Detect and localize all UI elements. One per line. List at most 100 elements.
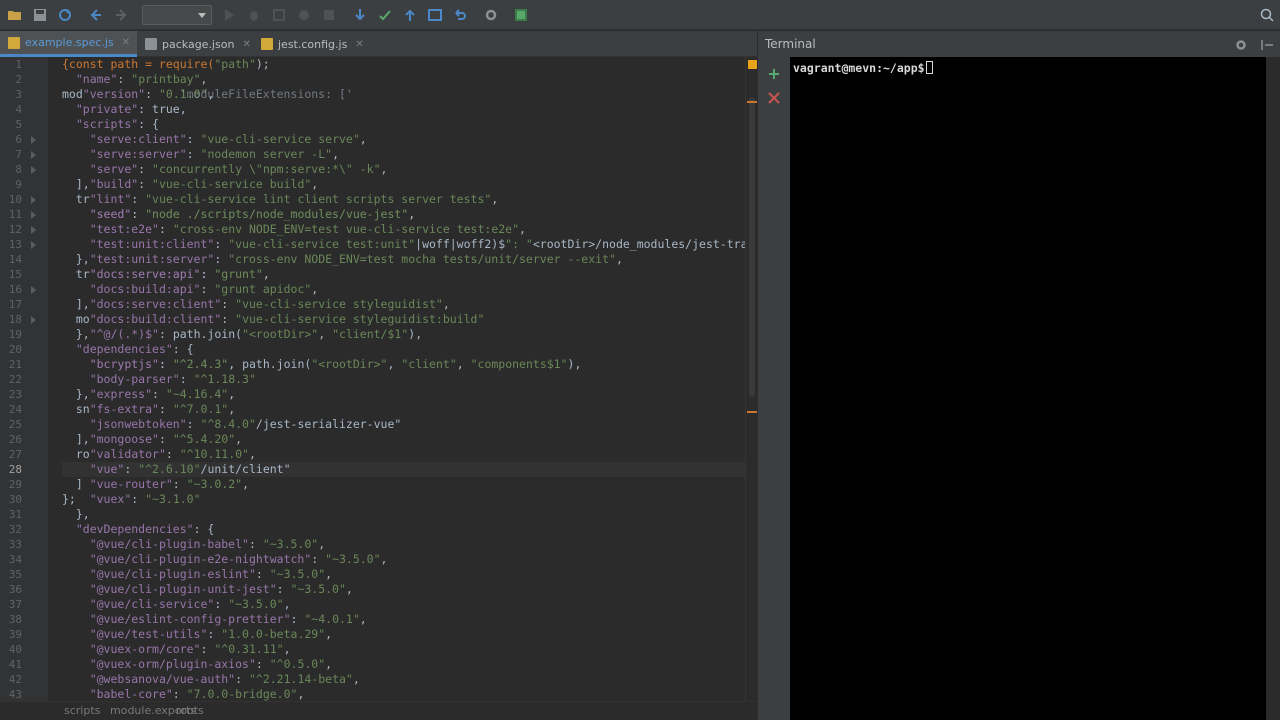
fold-arrow-icon[interactable] <box>31 151 36 159</box>
scrollbar-marker[interactable] <box>747 101 757 103</box>
gear-icon[interactable] <box>1232 36 1250 54</box>
run-icon[interactable] <box>220 6 238 24</box>
code-line[interactable]: ] "vue-router": "~3.0.2", <box>62 477 249 492</box>
close-icon[interactable]: ✕ <box>242 39 250 50</box>
code-line[interactable]: }, <box>62 507 90 522</box>
open-folder-icon[interactable] <box>6 6 24 24</box>
code-line[interactable]: {const path = require("path"); <box>62 57 270 72</box>
code-line[interactable]: mo"docs:build:client": "vue-cli-service … <box>62 312 485 327</box>
terminal-output[interactable]: vagrant@mevn:~/app$ <box>790 57 1266 720</box>
back-icon[interactable] <box>87 6 105 24</box>
sync-icon[interactable] <box>56 6 74 24</box>
code-line[interactable]: "test:e2e": "cross-env NODE_ENV=test vue… <box>62 222 526 237</box>
search-icon[interactable] <box>1258 6 1276 24</box>
scrollbar-thumb[interactable] <box>749 97 755 397</box>
code-area[interactable]: {const path = require("path"); "name": "… <box>62 57 745 701</box>
save-icon[interactable] <box>31 6 49 24</box>
line-number: 20 <box>8 343 22 356</box>
code-line[interactable]: "vue": "^2.6.10"/unit/client" <box>62 462 291 477</box>
close-icon[interactable]: ✕ <box>122 37 130 48</box>
fold-arrow-icon[interactable] <box>31 226 36 234</box>
code-line-overlay: "bcryptjs": "^2.4.3", <box>89 357 236 371</box>
main-toolbar <box>0 0 1280 30</box>
code-line[interactable]: "serve": "concurrently \"npm:serve:*\" -… <box>62 162 388 177</box>
vcs-commit-icon[interactable] <box>376 6 394 24</box>
code-line[interactable]: "@vue/cli-plugin-e2e-nightwatch": "~3.5.… <box>62 552 388 567</box>
warning-indicator-icon[interactable] <box>748 60 757 69</box>
code-line[interactable]: },"express": "~4.16.4", <box>62 387 235 402</box>
line-number: 12 <box>8 223 22 236</box>
new-session-plus-icon[interactable] <box>765 65 783 83</box>
code-line[interactable]: "babel-core": "7.0.0-bridge.0", <box>62 687 305 701</box>
fold-arrow-icon[interactable] <box>31 166 36 174</box>
vcs-update-icon[interactable] <box>351 6 369 24</box>
code-line[interactable]: "@vue/cli-plugin-unit-jest": "~3.5.0", <box>62 582 353 597</box>
code-line[interactable]: "private": true, <box>62 102 187 117</box>
vcs-history-icon[interactable] <box>426 6 444 24</box>
settings-icon[interactable] <box>482 6 500 24</box>
code-line[interactable]: "name": "printbay", <box>62 72 208 87</box>
coverage-icon[interactable] <box>270 6 288 24</box>
code-line[interactable]: "@vue/cli-plugin-eslint": "~3.5.0", <box>62 567 332 582</box>
code-line[interactable]: "jsonwebtoken": "^8.4.0"/jest-serializer… <box>62 417 402 432</box>
terminal-scrollbar[interactable] <box>1266 57 1280 720</box>
close-session-icon[interactable] <box>765 89 783 107</box>
code-line[interactable]: "@websanova/vue-auth": "^2.21.14-beta", <box>62 672 360 687</box>
code-line[interactable]: "devDependencies": { <box>62 522 215 537</box>
line-number: 27 <box>8 448 22 461</box>
code-line[interactable]: "scripts": { <box>62 117 159 132</box>
code-line[interactable]: tr"lint": "vue-cli-service lint client s… <box>62 192 498 207</box>
tab-example-spec-js[interactable]: example.spec.js ✕ <box>0 31 137 57</box>
code-line[interactable]: "serve:client": "vue-cli-service serve", <box>62 132 367 147</box>
revert-icon[interactable] <box>451 6 469 24</box>
line-number: 17 <box>8 298 22 311</box>
fold-arrow-icon[interactable] <box>31 196 36 204</box>
vcs-push-icon[interactable] <box>401 6 419 24</box>
project-structure-icon[interactable] <box>512 6 530 24</box>
code-line[interactable]: "docs:build:api": "grunt apidoc", <box>62 282 319 297</box>
code-line[interactable]: "@vue/eslint-config-prettier": "~4.0.1", <box>62 612 367 627</box>
fold-arrow-icon[interactable] <box>31 241 36 249</box>
code-line[interactable]: "body-parser": "^1.18.3" <box>62 372 256 387</box>
code-line[interactable]: "serve:server": "nodemon server -L", <box>62 147 339 162</box>
code-line[interactable]: }; "vuex": "~3.1.0" <box>62 492 201 507</box>
fold-arrow-icon[interactable] <box>31 286 36 294</box>
terminal-sidebar <box>757 57 790 720</box>
stop-icon[interactable] <box>320 6 338 24</box>
chevron-down-icon <box>198 13 206 18</box>
breadcrumb-item[interactable]: scripts <box>64 704 100 717</box>
code-line[interactable]: "@vue/cli-plugin-babel": "~3.5.0", <box>62 537 325 552</box>
code-line[interactable]: ],"docs:serve:client": "vue-cli-service … <box>62 297 450 312</box>
close-icon[interactable]: ✕ <box>355 39 363 50</box>
forward-icon[interactable] <box>112 6 130 24</box>
code-line[interactable]: "dependencies": { <box>62 342 194 357</box>
code-line[interactable]: },"test:unit:server": "cross-env NODE_EN… <box>62 252 623 267</box>
code-line[interactable]: "@vue/test-utils": "1.0.0-beta.29", <box>62 627 332 642</box>
code-line[interactable]: },"^@/(.*)$": path.join("<rootDir>", "cl… <box>62 327 422 342</box>
code-line[interactable]: ],"mongoose": "^5.4.20", <box>62 432 242 447</box>
code-line[interactable]: ],"build": "vue-cli-service build", <box>62 177 318 192</box>
tab-jest-config-js[interactable]: jest.config.js ✕ <box>253 31 371 57</box>
editor-scrollbar[interactable] <box>745 57 757 701</box>
code-line[interactable]: ro"validator": "^10.11.0", <box>62 447 256 462</box>
code-line[interactable]: "@vue/cli-service": "~3.5.0", <box>62 597 291 612</box>
profile-icon[interactable] <box>295 6 313 24</box>
code-line[interactable]: "test:unit:client": "vue-cli-service tes… <box>62 237 745 252</box>
hide-panel-icon[interactable] <box>1258 36 1276 54</box>
line-number: 2 <box>15 73 22 86</box>
scrollbar-marker[interactable] <box>747 411 757 413</box>
line-number: 11 <box>8 208 22 221</box>
code-line[interactable]: sn"fs-extra": "^7.0.1", <box>62 402 235 417</box>
code-line[interactable]: "@vuex-orm/plugin-axios": "^0.5.0", <box>62 657 332 672</box>
line-number: 5 <box>15 118 22 131</box>
tab-package-json[interactable]: package.json ✕ <box>137 31 253 57</box>
debug-icon[interactable] <box>245 6 263 24</box>
breadcrumb-item[interactable]: roots <box>176 704 204 717</box>
code-line[interactable]: "@vuex-orm/core": "^0.31.11", <box>62 642 291 657</box>
fold-arrow-icon[interactable] <box>31 316 36 324</box>
fold-arrow-icon[interactable] <box>31 136 36 144</box>
code-editor[interactable]: 1 2 3 4 5 6 7 8 9 10 11 12 13 14 15 16 17 18 19 20 21 22 23 24 2… <box>0 57 757 701</box>
run-configuration-select[interactable] <box>142 5 212 25</box>
terminal-prompt[interactable]: vagrant@mevn:~/app$ <box>793 61 933 75</box>
fold-arrow-icon[interactable] <box>31 211 36 219</box>
